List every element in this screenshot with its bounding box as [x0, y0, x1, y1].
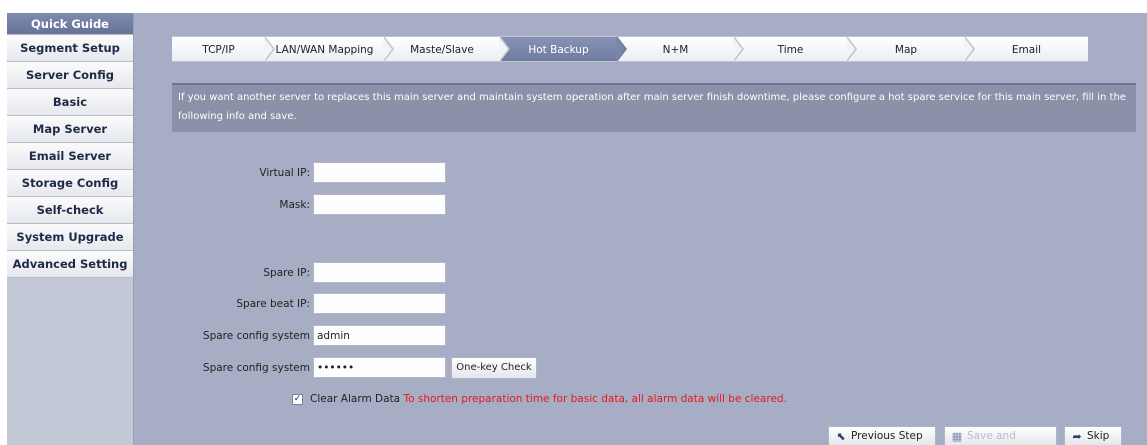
step-label: Hot Backup: [528, 44, 589, 56]
wizard-steps: TCP/IP LAN/WAN Mapping Maste/Slave Hot B…: [172, 36, 1088, 62]
spare-config-password-label: Spare config system: [202, 362, 310, 374]
step-label: LAN/WAN Mapping: [275, 44, 374, 56]
previous-step-button[interactable]: ⬉ Previous Step: [828, 426, 936, 445]
main-panel: TCP/IP LAN/WAN Mapping Maste/Slave Hot B…: [134, 13, 1147, 445]
calendar-save-icon: ▦: [951, 430, 963, 443]
step-arrow-icon: [964, 36, 975, 62]
back-arrow-icon: ⬉: [836, 430, 846, 443]
virtual-ip-input[interactable]: [313, 162, 446, 183]
info-banner: If you want another server to replaces t…: [172, 83, 1136, 132]
step-arrow-icon: [733, 36, 744, 62]
save-and-reboot-label: Save and Reboot: [967, 430, 1016, 442]
step-label: Email: [1011, 44, 1042, 56]
sidebar-item-system-upgrade[interactable]: System Upgrade: [7, 224, 133, 251]
save-and-reboot-button[interactable]: ▦ Save and Reboot: [944, 426, 1057, 445]
step-label: N+M: [662, 44, 689, 56]
sidebar-item-segment-setup[interactable]: Segment Setup: [7, 35, 133, 62]
step-lan-wan-mapping[interactable]: LAN/WAN Mapping: [265, 36, 394, 62]
step-arrow-icon: [383, 36, 394, 62]
step-arrow-icon: [846, 36, 857, 62]
step-n-plus-m[interactable]: N+M: [617, 36, 744, 62]
sidebar-item-storage-config[interactable]: Storage Config: [7, 170, 133, 197]
clear-alarm-warning: To shorten preparation time for basic da…: [403, 393, 787, 405]
step-arrow-icon: [616, 36, 627, 62]
step-email[interactable]: Email: [965, 36, 1088, 62]
spare-config-password-input[interactable]: [313, 357, 446, 378]
skip-button[interactable]: ➦ Skip: [1064, 426, 1122, 445]
clear-alarm-text: Clear Alarm Data: [310, 393, 401, 405]
mask-input[interactable]: [313, 194, 446, 215]
step-label: Maste/Slave: [410, 44, 474, 56]
step-label: TCP/IP: [202, 44, 235, 56]
step-arrow-icon: [264, 36, 275, 62]
spare-ip-label: Spare IP:: [263, 267, 310, 279]
skip-label: Skip: [1087, 430, 1110, 442]
step-label: Time: [777, 44, 804, 56]
step-map[interactable]: Map: [847, 36, 975, 62]
clear-alarm-checkbox[interactable]: ✓: [292, 394, 303, 405]
spare-beat-ip-input[interactable]: [313, 293, 446, 314]
sidebar-item-advanced-setting[interactable]: Advanced Setting: [7, 251, 133, 278]
sidebar-item-basic[interactable]: Basic: [7, 89, 133, 116]
step-time[interactable]: Time: [734, 36, 857, 62]
clear-alarm-label: Clear Alarm Data To shorten preparation …: [310, 393, 787, 405]
sidebar-item-quick-guide[interactable]: Quick Guide: [7, 13, 133, 35]
virtual-ip-label: Virtual IP:: [259, 167, 310, 179]
step-tcp-ip[interactable]: TCP/IP: [172, 36, 275, 62]
step-master-slave[interactable]: Maste/Slave: [384, 36, 510, 62]
step-arrow-icon: [499, 36, 510, 62]
skip-arrow-icon: ➦: [1072, 430, 1082, 443]
spare-config-user-label: Spare config system: [202, 330, 310, 342]
sidebar-item-map-server[interactable]: Map Server: [7, 116, 133, 143]
spare-beat-ip-label: Spare beat IP:: [236, 298, 310, 310]
previous-step-label: Previous Step: [851, 430, 923, 442]
sidebar: Quick Guide Segment Setup Server Config …: [7, 13, 134, 445]
sidebar-item-self-check[interactable]: Self-check: [7, 197, 133, 224]
mask-label: Mask:: [279, 199, 310, 211]
sidebar-item-server-config[interactable]: Server Config: [7, 62, 133, 89]
spare-config-user-input[interactable]: [313, 325, 446, 346]
step-label: Map: [894, 44, 918, 56]
sidebar-item-email-server[interactable]: Email Server: [7, 143, 133, 170]
one-key-check-button[interactable]: One-key Check: [451, 357, 537, 379]
spare-ip-input[interactable]: [313, 262, 446, 283]
step-hot-backup[interactable]: Hot Backup: [500, 36, 627, 62]
